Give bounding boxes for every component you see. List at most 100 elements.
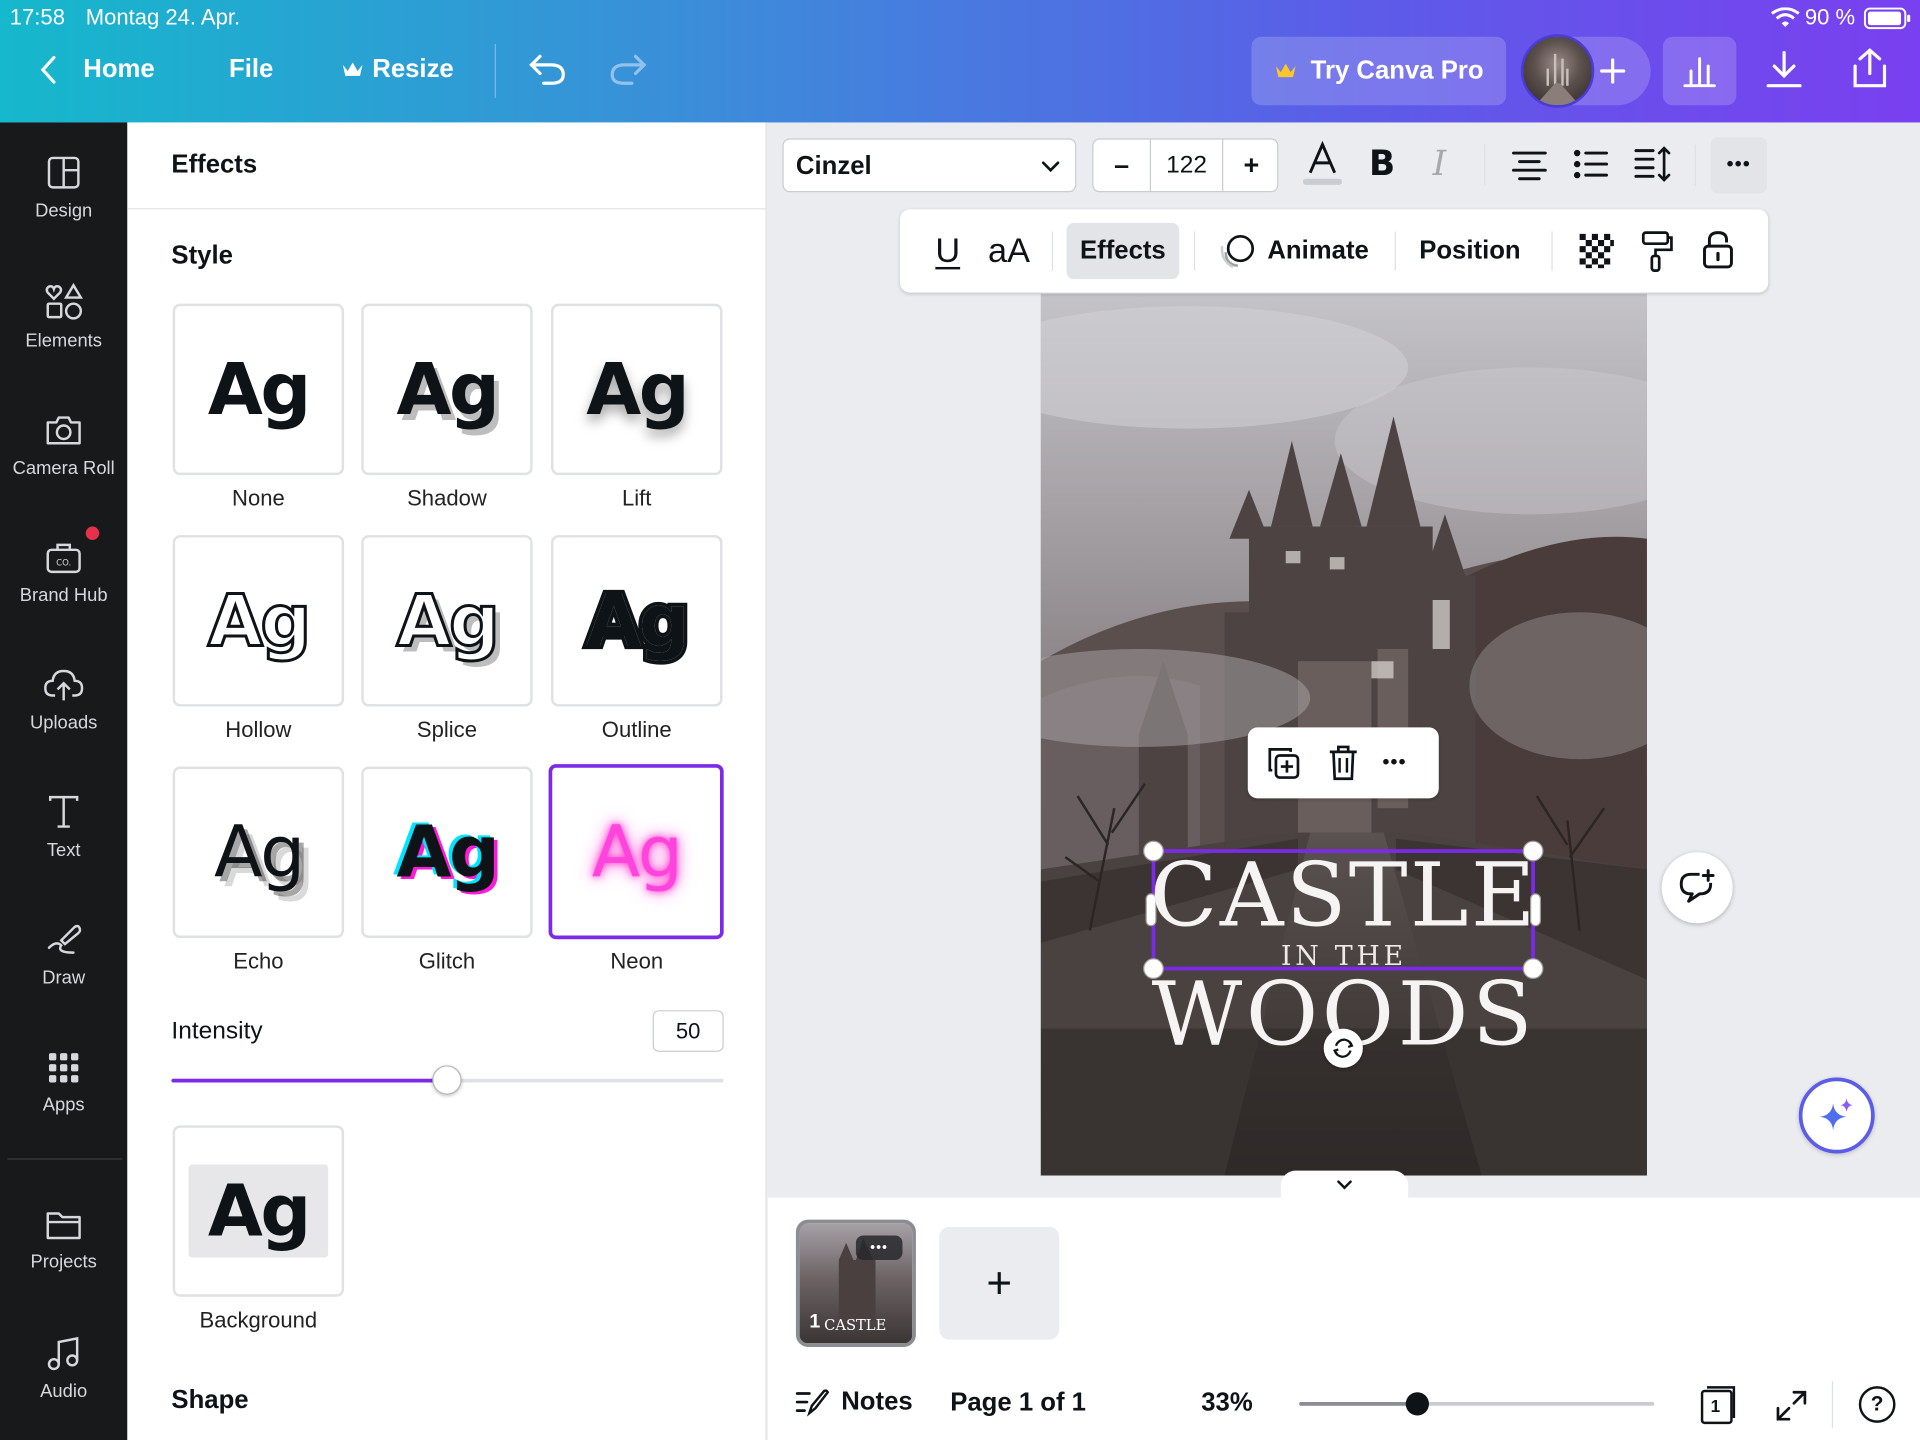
style-neon[interactable]: Ag — [548, 764, 724, 940]
letter-case-button[interactable]: aA — [983, 227, 1034, 276]
style-echo[interactable]: Ag — [172, 766, 345, 938]
sidebar-item-uploads[interactable]: Uploads — [0, 666, 127, 733]
page-thumbnail[interactable]: ••• 1 CASTLE — [795, 1219, 916, 1347]
zoom-level[interactable]: 33% — [1201, 1389, 1252, 1418]
font-size-input[interactable]: 122 — [1151, 140, 1222, 191]
style-hollow[interactable]: Ag — [172, 535, 345, 707]
download-icon — [1766, 51, 1802, 88]
toolbar-divider — [1051, 231, 1054, 271]
add-collaborator-icon — [1600, 58, 1626, 84]
style-sample: Ag — [206, 578, 312, 664]
element-more-button[interactable]: ••• — [1382, 744, 1406, 781]
effects-button[interactable]: Effects — [1066, 222, 1180, 280]
magic-assistant-button[interactable] — [1798, 1077, 1875, 1154]
intensity-input[interactable]: 50 — [652, 1010, 724, 1052]
style-heading: Style — [171, 241, 233, 270]
font-family-select[interactable]: Cinzel — [782, 138, 1077, 193]
download-button[interactable] — [1763, 49, 1805, 91]
bold-button[interactable]: B — [1369, 143, 1395, 183]
style-lift[interactable]: Ag — [551, 303, 723, 476]
lock-button[interactable] — [1701, 229, 1735, 271]
avatar[interactable] — [1520, 34, 1595, 108]
sidebar-item-elements[interactable]: Elements — [0, 282, 127, 351]
italic-button[interactable]: I — [1433, 143, 1447, 183]
resize-button[interactable]: Resize — [340, 55, 454, 84]
secondary-toolbar: U aA Effects Animate Position — [900, 209, 1769, 293]
font-size-increase-button[interactable]: + — [1223, 140, 1279, 191]
duplicate-button[interactable] — [1265, 744, 1302, 781]
sidebar-item-brand-hub[interactable]: CO. Brand Hub — [0, 539, 127, 606]
try-canva-pro-button[interactable]: Try Canva Pro — [1251, 36, 1507, 106]
top-bar: 17:58 Montag 24. Apr. 90 % Home File Res… — [0, 0, 1920, 123]
list-button[interactable] — [1572, 147, 1609, 181]
redo-button[interactable] — [607, 51, 649, 88]
copy-style-button[interactable] — [1640, 229, 1674, 273]
share-icon — [1853, 48, 1887, 88]
animate-button[interactable]: Animate — [1218, 227, 1369, 276]
collapse-pages-handle[interactable] — [1280, 1170, 1409, 1201]
intensity-slider-handle[interactable] — [432, 1065, 463, 1095]
style-background[interactable]: Ag — [172, 1125, 345, 1297]
style-glitch[interactable]: Ag — [361, 766, 533, 938]
sidebar-item-apps[interactable]: Apps — [0, 1051, 127, 1116]
music-note-icon — [47, 1336, 79, 1371]
effects-panel: Effects Style Ag None Ag Shadow Ag Lift … — [127, 122, 767, 1440]
style-none[interactable]: Ag — [172, 303, 345, 476]
title-text-castle[interactable]: CASTLE — [1041, 851, 1647, 939]
style-label: Neon — [610, 948, 664, 974]
help-button[interactable]: ? — [1858, 1386, 1896, 1423]
sidebar-item-projects[interactable]: Projects — [0, 1207, 127, 1272]
status-date: Montag 24. Apr. — [85, 4, 241, 30]
style-sample: Ag — [396, 347, 499, 432]
page-thumbnail-text: CASTLE — [824, 1316, 887, 1334]
rotate-handle[interactable] — [1323, 1028, 1363, 1068]
add-comment-button[interactable] — [1661, 852, 1733, 924]
page-indicator[interactable]: Page 1 of 1 — [950, 1389, 1086, 1418]
share-button[interactable] — [1849, 47, 1891, 91]
insights-button[interactable] — [1662, 36, 1737, 106]
text-color-icon — [1302, 140, 1343, 185]
style-label: Echo — [233, 948, 284, 974]
position-button[interactable]: Position — [1419, 227, 1520, 276]
style-sample: Ag — [395, 578, 501, 664]
style-outline[interactable]: Ag — [551, 535, 723, 707]
undo-button[interactable] — [527, 51, 569, 88]
add-page-button[interactable]: + — [939, 1226, 1060, 1340]
style-shadow[interactable]: Ag — [361, 303, 533, 476]
fullscreen-button[interactable] — [1774, 1389, 1808, 1423]
text-color-button[interactable] — [1300, 140, 1344, 188]
chevron-left-icon — [40, 55, 56, 84]
animate-icon — [1220, 234, 1255, 269]
transparency-button[interactable] — [1577, 231, 1616, 270]
zoom-slider-handle[interactable] — [1405, 1392, 1429, 1416]
style-sample: Ag — [586, 347, 689, 432]
sidebar-item-camera-roll[interactable]: Camera Roll — [0, 411, 127, 479]
apps-grid-icon — [48, 1053, 79, 1083]
intensity-slider[interactable] — [171, 1065, 724, 1095]
align-button[interactable] — [1511, 147, 1548, 181]
chevron-down-icon — [1041, 161, 1060, 173]
sidebar-item-text[interactable]: Text — [0, 793, 127, 861]
zoom-slider[interactable] — [1299, 1392, 1655, 1416]
sidebar-item-draw[interactable]: Draw — [0, 921, 127, 988]
sparkles-icon — [1819, 1098, 1853, 1131]
pages-count: 1 — [1710, 1395, 1721, 1416]
font-size-decrease-button[interactable]: – — [1093, 140, 1149, 191]
home-button[interactable]: Home — [39, 54, 155, 86]
header-divider — [494, 44, 496, 98]
page-grid-button[interactable]: 1 — [1698, 1384, 1737, 1426]
style-sample: Ag — [207, 347, 311, 432]
style-label: Hollow — [225, 717, 292, 743]
sidebar-item-design[interactable]: Design — [0, 154, 127, 222]
sidebar-item-audio[interactable]: Audio — [0, 1335, 127, 1402]
style-splice[interactable]: Ag — [361, 535, 533, 707]
file-button[interactable]: File — [229, 55, 273, 84]
delete-button[interactable] — [1326, 743, 1360, 782]
underline-button[interactable]: U — [929, 227, 966, 276]
comment-add-icon — [1679, 869, 1715, 903]
page-thumbnail-more-button[interactable]: ••• — [855, 1235, 903, 1261]
panel-title: Effects — [171, 150, 258, 179]
notes-button[interactable]: Notes — [795, 1386, 913, 1418]
more-options-button[interactable]: ••• — [1710, 137, 1767, 194]
spacing-button[interactable] — [1633, 144, 1672, 183]
